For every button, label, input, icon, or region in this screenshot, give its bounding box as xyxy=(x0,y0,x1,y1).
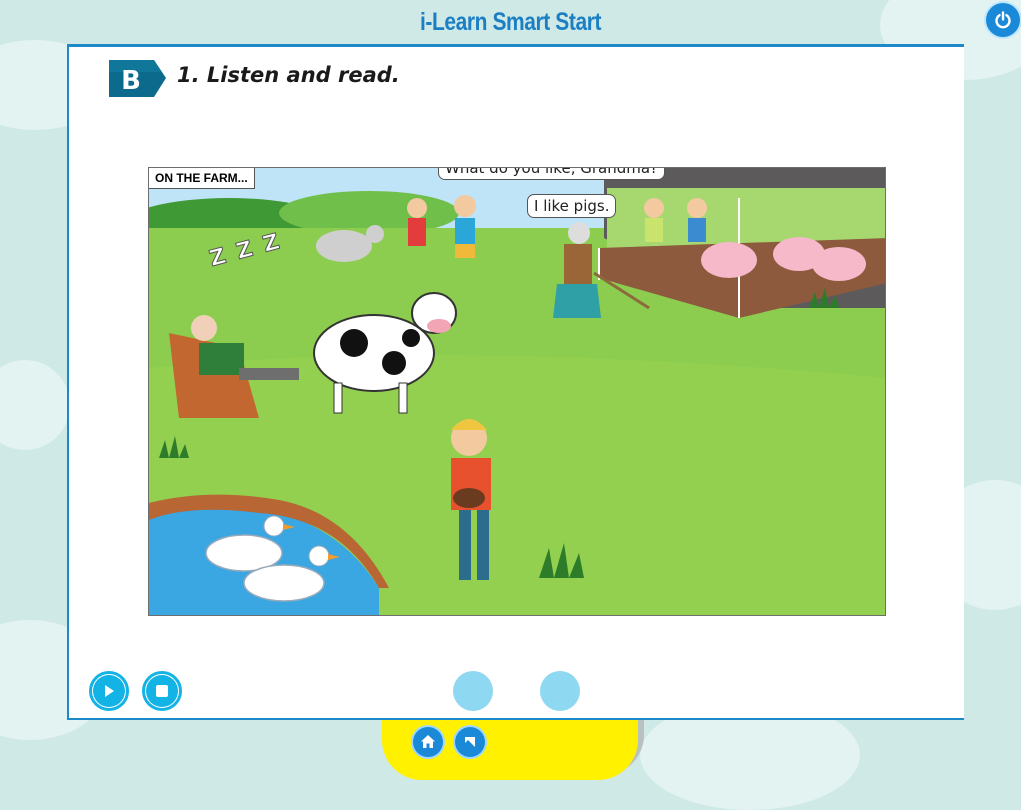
app-title: i-Learn Smart Start xyxy=(419,8,602,36)
play-button[interactable] xyxy=(89,671,129,711)
speech-bubble-question: What do you like, Grandma? xyxy=(438,168,666,180)
back-icon xyxy=(465,737,475,747)
lesson-panel: B 1. Listen and read. ON THE FARM... Wha… xyxy=(67,44,964,720)
exercise-title: 1. Listen and read. xyxy=(177,63,400,87)
power-icon xyxy=(995,11,1011,29)
section-badge-letter: B xyxy=(121,66,141,96)
option-button-1[interactable] xyxy=(453,671,493,711)
option-button-2[interactable] xyxy=(540,671,580,711)
stop-icon xyxy=(156,685,168,697)
farm-scene-illustration: ON THE FARM... What do you like, Grandma… xyxy=(148,167,886,616)
home-button[interactable] xyxy=(413,727,443,757)
section-badge: B xyxy=(109,60,166,97)
play-icon xyxy=(105,685,114,697)
back-button[interactable] xyxy=(455,727,485,757)
speech-bubble-answer: I like pigs. xyxy=(527,194,617,218)
power-button[interactable] xyxy=(986,3,1020,37)
home-icon xyxy=(421,735,435,748)
background-cloud xyxy=(0,360,70,450)
stop-button[interactable] xyxy=(142,671,182,711)
scene-label: ON THE FARM... xyxy=(149,168,255,189)
